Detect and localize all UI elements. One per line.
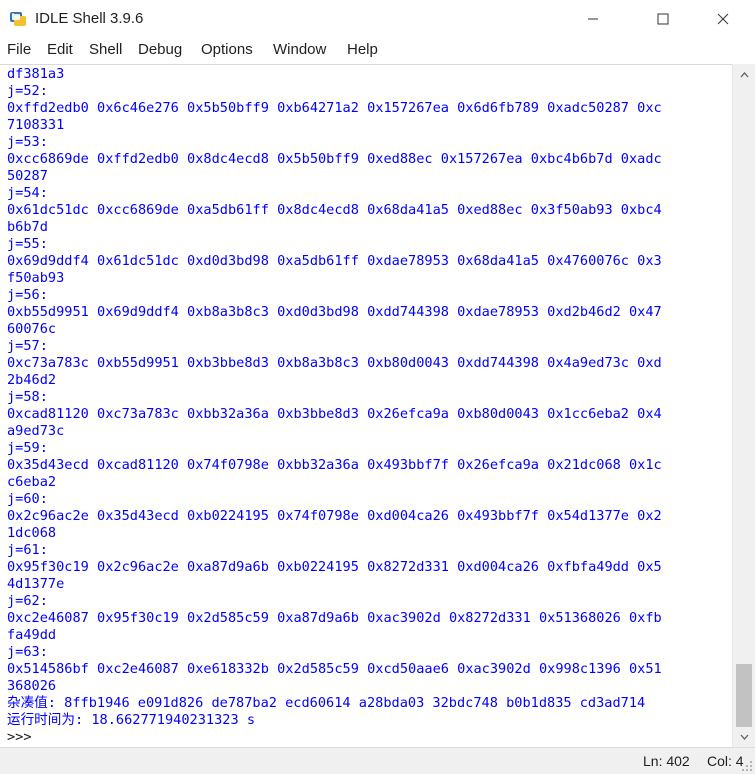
menu-edit[interactable]: Edit bbox=[47, 41, 73, 58]
output-line: 50287 bbox=[7, 168, 48, 184]
menu-bar: File Edit Shell Debug Options Window Hel… bbox=[0, 38, 755, 64]
chevron-down-icon bbox=[740, 734, 749, 740]
output-line: 0x514586bf 0xc2e46087 0xe618332b 0x2d585… bbox=[7, 661, 662, 677]
menu-file[interactable]: File bbox=[7, 41, 31, 58]
output-line: 0xc2e46087 0x95f30c19 0x2d585c59 0xa87d9… bbox=[7, 610, 662, 626]
output-line: 0x2c96ac2e 0x35d43ecd 0xb0224195 0x74f07… bbox=[7, 508, 662, 524]
title-bar[interactable]: IDLE Shell 3.9.6 bbox=[0, 0, 755, 38]
output-line: 0xcad81120 0xc73a783c 0xbb32a36a 0xb3bbe… bbox=[7, 406, 662, 422]
maximize-icon bbox=[657, 13, 669, 25]
output-line: j=63: bbox=[7, 644, 48, 660]
menu-window[interactable]: Window bbox=[273, 41, 326, 58]
output-line: 2b46d2 bbox=[7, 372, 57, 388]
output-line: fa49dd bbox=[7, 627, 57, 643]
line-number-indicator: Ln: 402 bbox=[643, 753, 690, 769]
close-icon bbox=[717, 13, 729, 25]
vertical-scrollbar[interactable] bbox=[732, 64, 755, 747]
scroll-down-arrow[interactable] bbox=[733, 728, 755, 745]
output-line: j=56: bbox=[7, 287, 48, 303]
maximize-button[interactable] bbox=[640, 0, 686, 38]
shell-text-area[interactable]: df381a3 j=52: 0xffd2edb0 0x6c46e276 0x5b… bbox=[0, 64, 732, 748]
output-line: 7108331 bbox=[7, 117, 65, 133]
column-number-indicator: Col: 4 bbox=[707, 753, 744, 769]
output-line: j=57: bbox=[7, 338, 48, 354]
output-line: a9ed73c bbox=[7, 423, 65, 439]
output-line: j=60: bbox=[7, 491, 48, 507]
output-line: j=55: bbox=[7, 236, 48, 252]
runtime-line: 运行时间为: 18.662771940231323 s bbox=[7, 712, 256, 728]
output-line: j=59: bbox=[7, 440, 48, 456]
output-line: f50ab93 bbox=[7, 270, 65, 286]
output-line: j=58: bbox=[7, 389, 48, 405]
status-bar: Ln: 402 Col: 4 bbox=[0, 747, 755, 774]
output-line: 60076c bbox=[7, 321, 57, 337]
scroll-up-arrow[interactable] bbox=[733, 66, 755, 83]
output-line: 0x35d43ecd 0xcad81120 0x74f0798e 0xbb32a… bbox=[7, 457, 662, 473]
output-line: j=61: bbox=[7, 542, 48, 558]
output-line: 0xffd2edb0 0x6c46e276 0x5b50bff9 0xb6427… bbox=[7, 100, 662, 116]
output-line: 0xcc6869de 0xffd2edb0 0x8dc4ecd8 0x5b50b… bbox=[7, 151, 662, 167]
output-line: b6b7d bbox=[7, 219, 48, 235]
hash-result-line: 杂凑值: 8ffb1946 e091d826 de787ba2 ecd60614… bbox=[7, 695, 646, 711]
output-line: 0xc73a783c 0xb55d9951 0xb3bbe8d3 0xb8a3b… bbox=[7, 355, 662, 371]
menu-help[interactable]: Help bbox=[347, 41, 378, 58]
output-line: j=62: bbox=[7, 593, 48, 609]
output-line: 0x61dc51dc 0xcc6869de 0xa5db61ff 0x8dc4e… bbox=[7, 202, 662, 218]
menu-options[interactable]: Options bbox=[201, 41, 253, 58]
output-line: 368026 bbox=[7, 678, 57, 694]
output-line: j=52: bbox=[7, 83, 48, 99]
scrollbar-thumb[interactable] bbox=[736, 664, 752, 727]
output-line: 0xb55d9951 0x69d9ddf4 0xb8a3b8c3 0xd0d3b… bbox=[7, 304, 662, 320]
close-button[interactable] bbox=[700, 0, 746, 38]
output-line: c6eba2 bbox=[7, 474, 57, 490]
shell-prompt[interactable]: >>> bbox=[7, 729, 32, 746]
chevron-up-icon bbox=[740, 71, 749, 77]
python-icon bbox=[10, 12, 26, 26]
output-line: 0x69d9ddf4 0x61dc51dc 0xd0d3bd98 0xa5db6… bbox=[7, 253, 662, 269]
minimize-icon bbox=[588, 18, 598, 20]
output-line: 1dc068 bbox=[7, 525, 57, 541]
output-line: j=53: bbox=[7, 134, 48, 150]
menu-shell[interactable]: Shell bbox=[89, 41, 122, 58]
window-title: IDLE Shell 3.9.6 bbox=[35, 10, 144, 27]
resize-grip-icon[interactable] bbox=[741, 760, 753, 772]
output-line: df381a3 bbox=[7, 66, 65, 82]
output-line: 4d1377e bbox=[7, 576, 65, 592]
output-line: 0x95f30c19 0x2c96ac2e 0xa87d9a6b 0xb0224… bbox=[7, 559, 662, 575]
minimize-button[interactable] bbox=[570, 0, 616, 38]
menu-debug[interactable]: Debug bbox=[138, 41, 182, 58]
output-line: j=54: bbox=[7, 185, 48, 201]
